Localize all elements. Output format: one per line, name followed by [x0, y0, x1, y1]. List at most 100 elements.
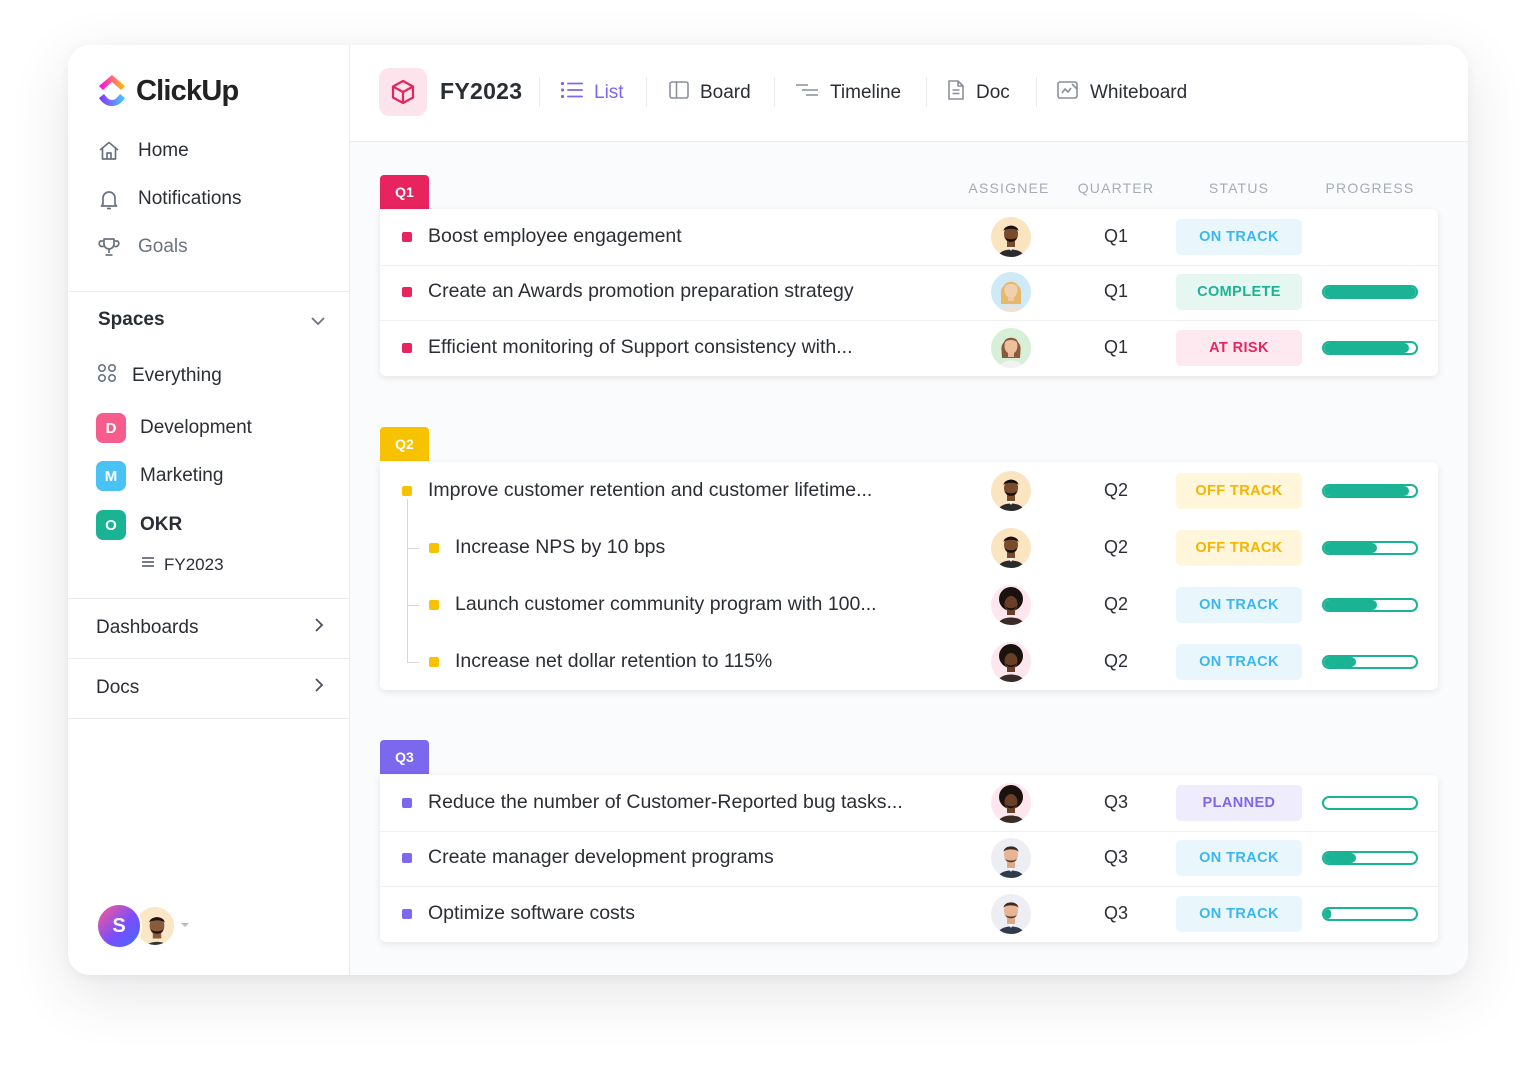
quarter-cell: Q2 — [1103, 593, 1128, 614]
task-name[interactable]: Increase net dollar retention to 115% — [455, 650, 772, 673]
task-name[interactable]: Optimize software costs — [428, 902, 635, 925]
quarter-cell: Q1 — [1103, 225, 1128, 246]
sidebar-divider — [68, 718, 350, 719]
doc-icon — [946, 79, 966, 107]
progress-bar — [1322, 540, 1418, 555]
task-name[interactable]: Launch customer community program with 1… — [455, 593, 877, 616]
tab-list-label: List — [594, 82, 624, 103]
tab-doc[interactable]: Doc — [946, 79, 1010, 107]
nav-dashboards[interactable]: Dashboards — [96, 616, 328, 640]
bell-icon — [96, 186, 122, 212]
space-everything[interactable]: Everything — [96, 362, 222, 390]
space-marketing[interactable]: M Marketing — [96, 461, 223, 491]
progress-bar — [1322, 597, 1418, 612]
task-name[interactable]: Efficient monitoring of Support consiste… — [428, 336, 853, 359]
nav-notifications[interactable]: Notifications — [96, 186, 242, 212]
row-divider — [380, 886, 1438, 887]
task-name[interactable]: Reduce the number of Customer-Reported b… — [428, 791, 903, 814]
tab-whiteboard-label: Whiteboard — [1090, 82, 1188, 103]
list-view-icon — [560, 79, 584, 107]
column-header-assignee[interactable]: ASSIGNEE — [964, 180, 1054, 196]
assignee-avatar[interactable] — [991, 782, 1031, 823]
task-name[interactable]: Increase NPS by 10 bps — [455, 536, 665, 559]
status-badge[interactable]: ON TRACK — [1176, 643, 1302, 680]
status-badge[interactable]: COMPLETE — [1176, 274, 1302, 311]
caret-down-icon — [180, 917, 190, 935]
status-dot — [402, 342, 412, 353]
space-development[interactable]: D Development — [96, 413, 252, 443]
group-badge-q2[interactable]: Q2 — [380, 427, 429, 461]
tab-divider — [774, 77, 775, 107]
quarter-cell: Q1 — [1103, 281, 1128, 302]
column-header-progress[interactable]: PROGRESS — [1318, 180, 1422, 196]
home-icon — [96, 138, 122, 164]
nav-home[interactable]: Home — [96, 138, 189, 164]
quarter-cell: Q2 — [1103, 479, 1128, 500]
assignee-avatar[interactable] — [991, 584, 1031, 625]
group-badge-q3[interactable]: Q3 — [380, 740, 429, 774]
group-badge-q1[interactable]: Q1 — [380, 175, 429, 209]
nav-docs[interactable]: Docs — [96, 676, 328, 700]
sidebar: ClickUp Home Notifications Goals Spaces — [68, 45, 350, 975]
status-badge[interactable]: AT RISK — [1176, 329, 1302, 366]
tab-list[interactable]: List — [560, 79, 624, 107]
user-menu[interactable]: S — [96, 903, 190, 949]
nav-dashboards-label: Dashboards — [96, 617, 199, 638]
group-q1: Boost employee engagement Q1 ON TRACK Creat… — [380, 209, 1438, 376]
row-divider — [380, 830, 1438, 832]
tab-doc-label: Doc — [976, 82, 1010, 103]
progress-fill — [1324, 542, 1378, 553]
progress-bar — [1322, 340, 1418, 355]
assignee-avatar[interactable] — [991, 272, 1031, 313]
space-okr-badge: O — [96, 510, 126, 540]
assignee-avatar[interactable] — [991, 838, 1031, 879]
task-name[interactable]: Create an Awards promotion preparation s… — [428, 280, 854, 303]
assignee-avatar[interactable] — [991, 641, 1031, 682]
nav-docs-label: Docs — [96, 677, 140, 698]
progress-bar — [1322, 285, 1418, 300]
clickup-logo-icon — [99, 75, 125, 106]
status-badge[interactable]: OFF TRACK — [1176, 529, 1302, 566]
status-dot — [429, 542, 439, 553]
quarter-cell: Q3 — [1103, 791, 1128, 812]
tab-whiteboard[interactable]: Whiteboard — [1056, 79, 1187, 107]
assignee-avatar[interactable] — [991, 470, 1031, 511]
space-marketing-label: Marketing — [140, 465, 224, 486]
status-badge[interactable]: PLANNED — [1176, 784, 1302, 821]
clickup-logo[interactable]: ClickUp — [96, 73, 239, 109]
column-header-status[interactable]: STATUS — [1176, 180, 1302, 196]
assignee-avatar[interactable] — [991, 893, 1031, 934]
status-badge[interactable]: ON TRACK — [1176, 586, 1302, 623]
status-badge[interactable]: ON TRACK — [1176, 218, 1302, 255]
space-marketing-badge: M — [96, 461, 126, 491]
tab-divider — [1036, 77, 1037, 107]
nav-goals-label: Goals — [138, 236, 188, 257]
status-badge[interactable]: ON TRACK — [1176, 895, 1302, 932]
task-name[interactable]: Improve customer retention and customer … — [428, 479, 872, 502]
cube-icon — [379, 68, 427, 116]
chevron-down-icon[interactable] — [308, 311, 328, 336]
column-header-quarter[interactable]: QUARTER — [1068, 180, 1164, 196]
space-development-badge: D — [96, 413, 126, 443]
task-name[interactable]: Create manager development programs — [428, 846, 774, 869]
tab-board[interactable]: Board — [668, 79, 751, 107]
row-divider — [380, 264, 1438, 266]
status-badge[interactable]: OFF TRACK — [1176, 472, 1302, 509]
quarter-cell: Q1 — [1103, 336, 1128, 357]
grid-icon — [96, 362, 118, 390]
status-badge[interactable]: ON TRACK — [1176, 840, 1302, 877]
quarter-cell: Q2 — [1103, 650, 1128, 671]
assignee-avatar[interactable] — [991, 327, 1031, 368]
nav-goals[interactable]: Goals — [96, 234, 188, 260]
spaces-heading: Spaces — [98, 309, 165, 330]
tab-timeline[interactable]: Timeline — [794, 79, 901, 107]
tab-divider — [646, 77, 647, 107]
brand-name: ClickUp — [136, 74, 239, 107]
assignee-avatar[interactable] — [991, 216, 1031, 257]
assignee-avatar[interactable] — [991, 527, 1031, 568]
sidebar-divider — [68, 598, 350, 599]
space-okr[interactable]: O OKR — [96, 510, 182, 540]
task-name[interactable]: Boost employee engagement — [428, 225, 682, 248]
progress-bar — [1322, 654, 1418, 669]
list-fy2023[interactable]: FY2023 — [140, 554, 224, 575]
